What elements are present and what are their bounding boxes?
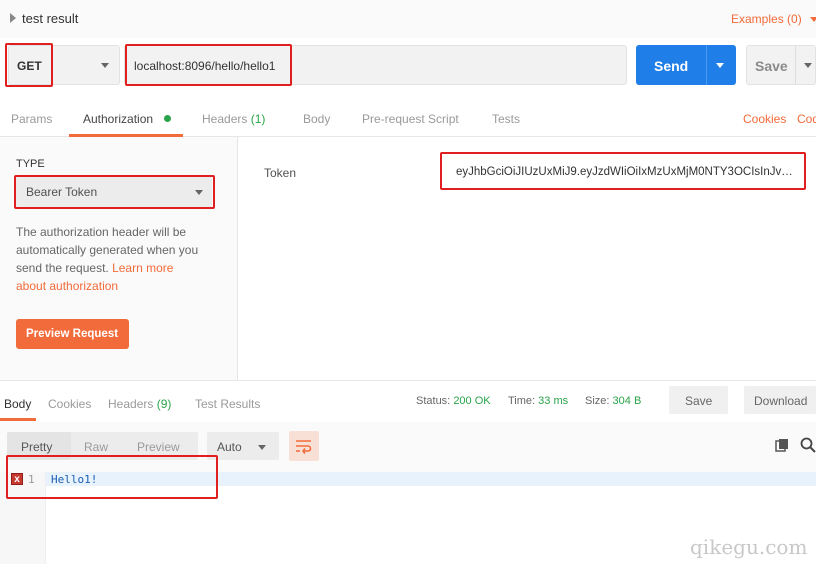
chevron-down-icon[interactable]: [810, 17, 816, 22]
response-tab-headers[interactable]: Headers (9): [108, 397, 171, 411]
tab-params[interactable]: Params: [11, 112, 52, 126]
search-icon[interactable]: [800, 437, 816, 453]
auth-desc-line-3: send the request.: [16, 261, 109, 275]
cookies-link[interactable]: Cookies: [743, 112, 786, 126]
time-label: Time:: [508, 395, 536, 407]
auth-desc-line-2: automatically generated when you: [16, 243, 199, 257]
auth-desc-line-1: The authorization header will be: [16, 225, 187, 239]
code-link[interactable]: Code: [797, 112, 816, 126]
status-dot-icon: [164, 115, 171, 122]
tab-body[interactable]: Body: [303, 112, 330, 126]
tab-headers-label: Headers: [202, 112, 248, 126]
learn-more-link-cont[interactable]: about authorization: [16, 279, 118, 293]
line-number: 1: [28, 473, 35, 486]
status-value: 200 OK: [453, 395, 491, 407]
view-preview-button[interactable]: Preview: [137, 440, 180, 454]
active-line-highlight: [46, 472, 816, 486]
type-label: TYPE: [16, 158, 45, 170]
chevron-down-icon[interactable]: [716, 63, 724, 68]
chevron-down-icon: [195, 190, 203, 195]
watermark: qikegu.com: [690, 535, 808, 559]
tab-tests[interactable]: Tests: [492, 112, 520, 126]
view-raw-button[interactable]: Raw: [84, 440, 108, 454]
response-tab-headers-label: Headers: [108, 397, 154, 411]
chevron-down-icon: [101, 63, 109, 68]
response-tab-cookies[interactable]: Cookies: [48, 397, 91, 411]
send-label: Send: [654, 58, 689, 74]
response-tab-body[interactable]: Body: [4, 397, 31, 411]
status-label: Status:: [416, 395, 451, 407]
error-icon: x: [11, 473, 23, 485]
send-divider: [706, 45, 707, 85]
request-name[interactable]: test result: [22, 11, 78, 26]
size-readout: Size: 304 B: [585, 395, 641, 407]
tab-prerequest-script[interactable]: Pre-request Script: [362, 112, 459, 126]
size-label: Size:: [585, 395, 610, 407]
format-value: Auto: [217, 440, 242, 454]
examples-link[interactable]: Examples (0): [731, 12, 802, 26]
learn-more-link[interactable]: Learn more: [112, 261, 173, 275]
request-title-row: [0, 0, 816, 38]
method-value: GET: [17, 59, 42, 73]
token-label: Token: [264, 166, 297, 180]
time-readout: Time: 33 ms: [508, 395, 568, 407]
wrap-lines-icon: [296, 440, 312, 454]
tab-headers-count: (1): [250, 112, 266, 126]
response-body-text[interactable]: Hello1!: [51, 473, 97, 486]
caret-right-icon[interactable]: [10, 13, 16, 23]
size-value: 304 B: [612, 395, 642, 407]
active-tab-indicator: [0, 418, 36, 421]
save-label: Save: [755, 58, 788, 74]
response-tab-test-results[interactable]: Test Results: [195, 397, 260, 411]
token-value: eyJhbGciOiJIUzUxMiJ9.eyJzdWIiOiIxMzUxMjM…: [456, 166, 798, 178]
chevron-down-icon: [258, 445, 266, 450]
status-readout: Status: 200 OK: [416, 395, 491, 407]
tab-authorization[interactable]: Authorization: [83, 112, 153, 126]
tab-headers[interactable]: Headers (1): [202, 112, 265, 126]
time-value: 33 ms: [538, 395, 569, 407]
response-tab-headers-count: (9): [156, 397, 172, 411]
save-response-label: Save: [685, 394, 713, 408]
chevron-down-icon[interactable]: [804, 63, 812, 68]
copy-icon[interactable]: [775, 438, 789, 452]
auth-type-value: Bearer Token: [26, 185, 98, 199]
save-divider: [795, 46, 796, 84]
editor-gutter: [0, 472, 46, 564]
url-value: localhost:8096/hello/hello1: [134, 59, 276, 73]
preview-request-label: Preview Request: [26, 328, 119, 340]
download-label: Download: [754, 394, 808, 408]
auth-description: The authorization header will be automati…: [16, 223, 222, 295]
view-pretty-button[interactable]: Pretty: [21, 440, 52, 454]
